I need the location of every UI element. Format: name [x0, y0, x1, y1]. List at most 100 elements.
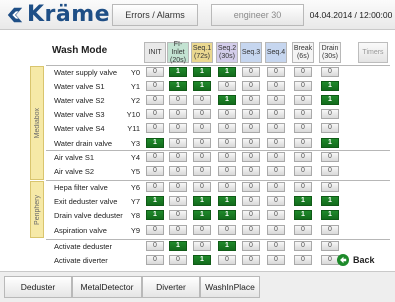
valve-state-toggle[interactable]: 0: [321, 241, 339, 251]
valve-state-toggle[interactable]: 0: [321, 67, 339, 77]
valve-state-toggle[interactable]: 0: [146, 255, 164, 265]
valve-state-toggle[interactable]: 1: [218, 210, 236, 220]
valve-state-toggle[interactable]: 0: [294, 138, 312, 148]
valve-state-toggle[interactable]: 0: [193, 166, 211, 176]
valve-state-toggle[interactable]: 0: [267, 123, 285, 133]
valve-state-toggle[interactable]: 0: [193, 225, 211, 235]
valve-state-toggle[interactable]: 0: [146, 123, 164, 133]
valve-state-toggle[interactable]: 1: [218, 67, 236, 77]
valve-state-toggle[interactable]: 1: [169, 81, 187, 91]
valve-state-toggle[interactable]: 0: [218, 109, 236, 119]
valve-state-toggle[interactable]: 0: [146, 225, 164, 235]
valve-state-toggle[interactable]: 1: [294, 210, 312, 220]
valve-state-toggle[interactable]: 0: [218, 182, 236, 192]
valve-state-toggle[interactable]: 0: [146, 67, 164, 77]
valve-state-toggle[interactable]: 0: [267, 182, 285, 192]
valve-state-toggle[interactable]: 0: [294, 81, 312, 91]
tab-deduster[interactable]: Deduster: [4, 276, 72, 298]
valve-state-toggle[interactable]: 1: [193, 67, 211, 77]
valve-state-toggle[interactable]: 1: [321, 81, 339, 91]
valve-state-toggle[interactable]: 0: [218, 225, 236, 235]
valve-state-toggle[interactable]: 0: [267, 138, 285, 148]
valve-state-toggle[interactable]: 1: [321, 210, 339, 220]
valve-state-toggle[interactable]: 0: [146, 95, 164, 105]
valve-state-toggle[interactable]: 0: [169, 138, 187, 148]
valve-state-toggle[interactable]: 0: [242, 182, 260, 192]
valve-state-toggle[interactable]: 0: [146, 166, 164, 176]
errors-alarms-button[interactable]: Errors / Alarms: [112, 4, 198, 26]
valve-state-toggle[interactable]: 1: [321, 95, 339, 105]
valve-state-toggle[interactable]: 0: [242, 225, 260, 235]
valve-state-toggle[interactable]: 1: [321, 196, 339, 206]
valve-state-toggle[interactable]: 0: [321, 166, 339, 176]
valve-state-toggle[interactable]: 0: [169, 196, 187, 206]
valve-state-toggle[interactable]: 0: [169, 225, 187, 235]
valve-state-toggle[interactable]: 0: [169, 210, 187, 220]
valve-state-toggle[interactable]: 0: [193, 109, 211, 119]
valve-state-toggle[interactable]: 0: [267, 255, 285, 265]
timers-button[interactable]: Timers: [358, 42, 388, 63]
back-button[interactable]: Back: [337, 253, 375, 267]
valve-state-toggle[interactable]: 0: [169, 109, 187, 119]
user-button[interactable]: engineer 30: [211, 4, 304, 26]
valve-state-toggle[interactable]: 0: [242, 255, 260, 265]
valve-state-toggle[interactable]: 0: [169, 95, 187, 105]
valve-state-toggle[interactable]: 0: [169, 166, 187, 176]
valve-state-toggle[interactable]: 0: [218, 255, 236, 265]
valve-state-toggle[interactable]: 0: [169, 255, 187, 265]
valve-state-toggle[interactable]: 0: [218, 138, 236, 148]
valve-state-toggle[interactable]: 1: [321, 138, 339, 148]
valve-state-toggle[interactable]: 1: [193, 255, 211, 265]
valve-state-toggle[interactable]: 0: [146, 109, 164, 119]
valve-state-toggle[interactable]: 0: [218, 81, 236, 91]
valve-state-toggle[interactable]: 0: [267, 109, 285, 119]
valve-state-toggle[interactable]: 0: [193, 182, 211, 192]
valve-state-toggle[interactable]: 1: [193, 81, 211, 91]
valve-state-toggle[interactable]: 0: [242, 95, 260, 105]
valve-state-toggle[interactable]: 1: [169, 241, 187, 251]
valve-state-toggle[interactable]: 0: [267, 196, 285, 206]
valve-state-toggle[interactable]: 0: [321, 152, 339, 162]
valve-state-toggle[interactable]: 0: [294, 152, 312, 162]
valve-state-toggle[interactable]: 0: [294, 109, 312, 119]
valve-state-toggle[interactable]: 0: [242, 210, 260, 220]
valve-state-toggle[interactable]: 0: [294, 182, 312, 192]
valve-state-toggle[interactable]: 0: [267, 81, 285, 91]
valve-state-toggle[interactable]: 0: [218, 152, 236, 162]
valve-state-toggle[interactable]: 0: [193, 152, 211, 162]
valve-state-toggle[interactable]: 0: [267, 225, 285, 235]
valve-state-toggle[interactable]: 0: [321, 109, 339, 119]
valve-state-toggle[interactable]: 0: [169, 152, 187, 162]
valve-state-toggle[interactable]: 0: [218, 123, 236, 133]
valve-state-toggle[interactable]: 0: [294, 241, 312, 251]
valve-state-toggle[interactable]: 0: [193, 138, 211, 148]
valve-state-toggle[interactable]: 0: [146, 81, 164, 91]
valve-state-toggle[interactable]: 1: [193, 196, 211, 206]
valve-state-toggle[interactable]: 1: [294, 196, 312, 206]
valve-state-toggle[interactable]: 0: [267, 241, 285, 251]
valve-state-toggle[interactable]: 0: [267, 152, 285, 162]
valve-state-toggle[interactable]: 0: [267, 95, 285, 105]
valve-state-toggle[interactable]: 0: [242, 123, 260, 133]
valve-state-toggle[interactable]: 0: [242, 196, 260, 206]
valve-state-toggle[interactable]: 1: [218, 196, 236, 206]
valve-state-toggle[interactable]: 0: [294, 225, 312, 235]
valve-state-toggle[interactable]: 0: [242, 241, 260, 251]
valve-state-toggle[interactable]: 0: [242, 166, 260, 176]
valve-state-toggle[interactable]: 0: [267, 67, 285, 77]
valve-state-toggle[interactable]: 0: [321, 123, 339, 133]
valve-state-toggle[interactable]: 0: [321, 225, 339, 235]
valve-state-toggle[interactable]: 1: [218, 241, 236, 251]
valve-state-toggle[interactable]: 1: [218, 95, 236, 105]
valve-state-toggle[interactable]: 0: [169, 182, 187, 192]
valve-state-toggle[interactable]: 0: [294, 67, 312, 77]
valve-state-toggle[interactable]: 0: [267, 166, 285, 176]
tab-diverter[interactable]: Diverter: [142, 276, 200, 298]
valve-state-toggle[interactable]: 0: [242, 152, 260, 162]
valve-state-toggle[interactable]: 0: [193, 241, 211, 251]
valve-state-toggle[interactable]: 0: [294, 166, 312, 176]
valve-state-toggle[interactable]: 0: [294, 123, 312, 133]
valve-state-toggle[interactable]: 0: [146, 152, 164, 162]
valve-state-toggle[interactable]: 1: [146, 210, 164, 220]
valve-state-toggle[interactable]: 0: [267, 210, 285, 220]
